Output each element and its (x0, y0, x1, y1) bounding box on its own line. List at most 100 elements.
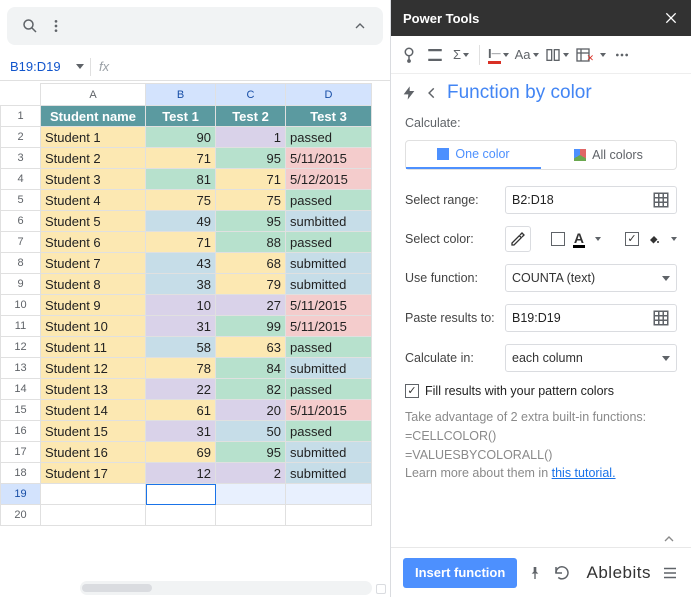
cell[interactable]: 75 (216, 190, 286, 211)
cell[interactable]: submitted (286, 253, 372, 274)
cell[interactable]: 31 (146, 316, 216, 337)
cell[interactable]: 20 (216, 400, 286, 421)
cell[interactable]: Student 7 (41, 253, 146, 274)
header-cell[interactable]: Test 2 (216, 106, 286, 127)
cell[interactable]: 2 (216, 463, 286, 484)
cell[interactable]: passed (286, 337, 372, 358)
cell[interactable]: Student 3 (41, 169, 146, 190)
cell[interactable]: Student 8 (41, 274, 146, 295)
cell[interactable]: 69 (146, 442, 216, 463)
row-number[interactable]: 14 (1, 379, 41, 400)
cell[interactable]: 78 (146, 358, 216, 379)
row-number[interactable]: 1 (1, 106, 41, 127)
toolbar-more-icon[interactable] (610, 42, 634, 68)
cell[interactable]: 31 (146, 421, 216, 442)
grid-picker-icon[interactable] (652, 309, 670, 327)
row-number[interactable]: 10 (1, 295, 41, 316)
row-number[interactable]: 8 (1, 253, 41, 274)
menu-icon[interactable] (661, 564, 679, 582)
toolbar-sigma-icon[interactable]: Σ (449, 42, 473, 68)
pin-icon[interactable] (527, 565, 543, 581)
cell[interactable]: Student 15 (41, 421, 146, 442)
cell[interactable]: Student 10 (41, 316, 146, 337)
cell[interactable]: 12 (146, 463, 216, 484)
cell[interactable]: 79 (216, 274, 286, 295)
cell[interactable]: passed (286, 232, 372, 253)
collapse-icon[interactable] (661, 525, 691, 547)
cell[interactable] (41, 484, 146, 505)
cell[interactable]: 10 (146, 295, 216, 316)
refresh-icon[interactable] (553, 564, 571, 582)
paste-results-input[interactable]: B19:D19 (505, 304, 677, 332)
row-number[interactable]: 18 (1, 463, 41, 484)
cell[interactable]: 68 (216, 253, 286, 274)
cell[interactable]: 5/12/2015 (286, 169, 372, 190)
cell[interactable]: passed (286, 421, 372, 442)
tab-one-color[interactable]: One color (406, 141, 541, 169)
cell[interactable] (41, 505, 146, 526)
cell[interactable]: 71 (146, 148, 216, 169)
row-number[interactable]: 15 (1, 400, 41, 421)
row-number[interactable]: 6 (1, 211, 41, 232)
tutorial-link[interactable]: this tutorial. (552, 466, 616, 480)
use-function-select[interactable]: COUNTA (text) (505, 264, 677, 292)
cell[interactable]: 1 (216, 127, 286, 148)
cell[interactable]: submitted (286, 358, 372, 379)
tab-all-colors[interactable]: All colors (541, 141, 676, 169)
cell[interactable]: 84 (216, 358, 286, 379)
cell[interactable]: passed (286, 127, 372, 148)
cell[interactable]: Student 5 (41, 211, 146, 232)
toolbar-split-icon[interactable] (543, 42, 571, 68)
cell[interactable]: 27 (216, 295, 286, 316)
toolbar-text-color-icon[interactable]: I— (486, 42, 511, 68)
cell[interactable]: 88 (216, 232, 286, 253)
close-icon[interactable] (663, 10, 679, 26)
eyedropper-button[interactable] (505, 226, 531, 252)
cell[interactable]: 50 (216, 421, 286, 442)
cell[interactable]: 43 (146, 253, 216, 274)
row-number[interactable]: 3 (1, 148, 41, 169)
header-cell[interactable]: Student name (41, 106, 146, 127)
col-header[interactable]: B (146, 84, 216, 106)
fx-icon[interactable]: fx (91, 59, 117, 74)
cell[interactable]: submitted (286, 463, 372, 484)
font-color-checkbox[interactable] (551, 232, 565, 246)
col-header[interactable]: D (286, 84, 372, 106)
row-number[interactable]: 16 (1, 421, 41, 442)
calculate-in-select[interactable]: each column (505, 344, 677, 372)
cell[interactable]: 5/11/2015 (286, 400, 372, 421)
cell[interactable]: Student 11 (41, 337, 146, 358)
spreadsheet-grid[interactable]: ABCD1 Student name Test 1 Test 2 Test 32… (0, 83, 372, 526)
fill-color-checkbox[interactable] (625, 232, 639, 246)
cell[interactable]: Student 2 (41, 148, 146, 169)
name-box[interactable]: B19:D19 (0, 59, 90, 74)
cell[interactable] (146, 505, 216, 526)
row-number[interactable]: 20 (1, 505, 41, 526)
cell[interactable]: 90 (146, 127, 216, 148)
cell[interactable]: 95 (216, 148, 286, 169)
header-cell[interactable]: Test 3 (286, 106, 372, 127)
cell[interactable] (286, 484, 372, 505)
cell[interactable]: 75 (146, 190, 216, 211)
cell[interactable]: submitted (286, 442, 372, 463)
toolbar-compare-icon[interactable] (423, 42, 447, 68)
row-number[interactable]: 7 (1, 232, 41, 253)
header-cell[interactable]: Test 1 (146, 106, 216, 127)
row-number[interactable]: 11 (1, 316, 41, 337)
cell[interactable]: 38 (146, 274, 216, 295)
col-header[interactable]: A (41, 84, 146, 106)
cell[interactable]: 71 (146, 232, 216, 253)
row-number[interactable]: 2 (1, 127, 41, 148)
cell[interactable]: 49 (146, 211, 216, 232)
cell[interactable]: 58 (146, 337, 216, 358)
cell[interactable]: 61 (146, 400, 216, 421)
cell[interactable]: 22 (146, 379, 216, 400)
cell[interactable] (216, 505, 286, 526)
row-number[interactable]: 4 (1, 169, 41, 190)
row-number[interactable]: 19 (1, 484, 41, 505)
row-number[interactable]: 17 (1, 442, 41, 463)
cell[interactable]: passed (286, 379, 372, 400)
row-number[interactable]: 12 (1, 337, 41, 358)
cell[interactable] (216, 484, 286, 505)
cell[interactable]: 71 (216, 169, 286, 190)
